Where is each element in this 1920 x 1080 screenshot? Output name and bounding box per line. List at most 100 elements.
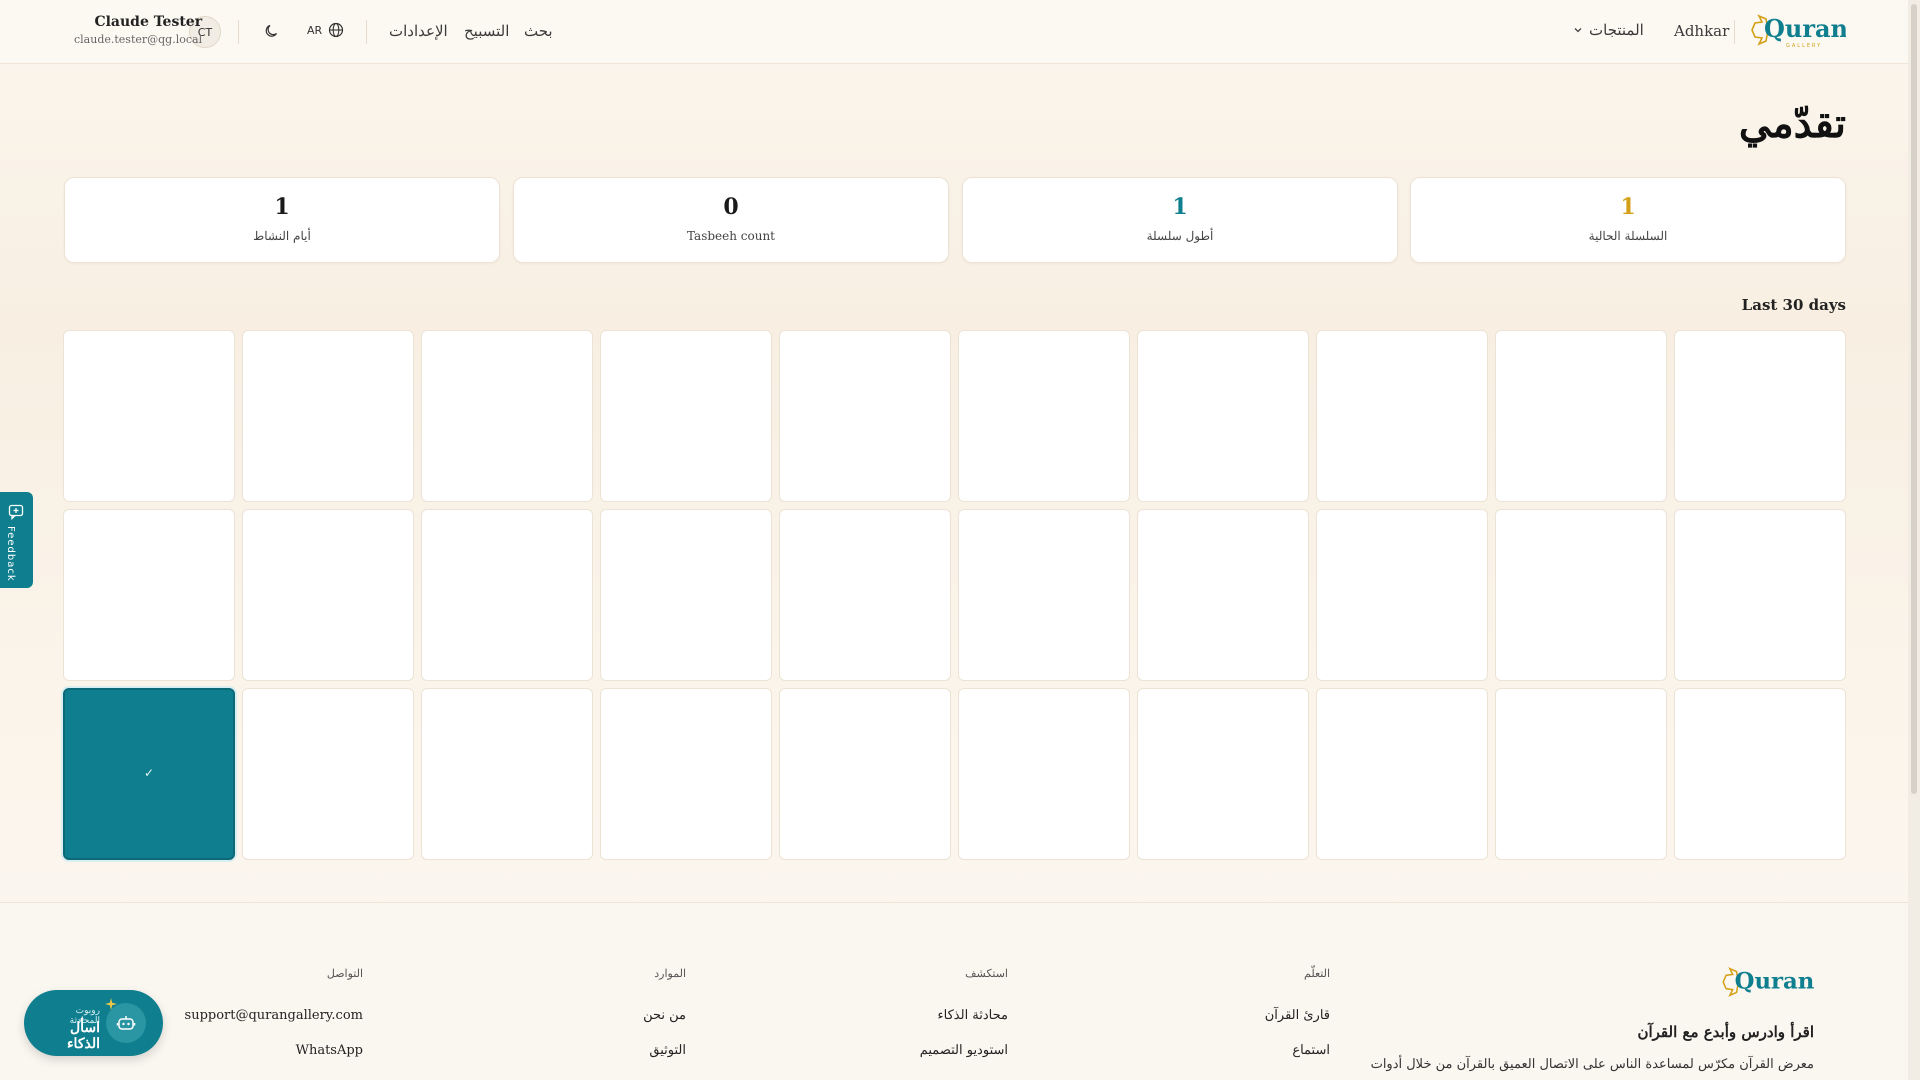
footer-link[interactable]: استماع xyxy=(1265,1043,1330,1058)
footer-link[interactable]: من نحن xyxy=(643,1008,686,1023)
nav-products[interactable]: المنتجات xyxy=(1573,21,1644,39)
footer-col-title: الموارد xyxy=(654,967,686,980)
day-cell xyxy=(958,688,1130,860)
day-cell xyxy=(1674,330,1846,502)
user-info: Claude Tester claude.tester@qg.local xyxy=(74,14,202,46)
day-cell xyxy=(1495,688,1667,860)
footer-link[interactable]: محادثة الذكاء xyxy=(920,1008,1008,1023)
day-cell xyxy=(779,509,951,681)
stat-longest-streak: 1 أطول سلسلة xyxy=(962,177,1398,263)
theme-toggle[interactable] xyxy=(264,23,280,39)
day-cell xyxy=(63,509,235,681)
user-name: Claude Tester xyxy=(94,14,203,30)
footer-link[interactable]: استوديو التصميم xyxy=(920,1043,1008,1058)
moon-icon xyxy=(264,23,280,39)
logo-text: Quran xyxy=(1764,14,1846,43)
stat-tasbeeh-count: 0 Tasbeeh count xyxy=(513,177,949,263)
logo-subtext: GALLERY xyxy=(1786,43,1822,49)
page: Quran GALLERY Adhkar المنتجات بحث التسبي… xyxy=(0,0,1908,1080)
day-cell xyxy=(242,330,414,502)
day-cell xyxy=(600,509,772,681)
day-cell xyxy=(63,330,235,502)
stat-label: Tasbeeh count xyxy=(686,229,776,243)
day-cell xyxy=(421,509,593,681)
footer-logo[interactable]: Quran xyxy=(1716,963,1815,1001)
footer: Quran اقرأ وادرس وأبدع مع القرآن معرض ال… xyxy=(0,902,1908,1080)
header-divider xyxy=(366,20,367,44)
stat-value: 1 xyxy=(1620,194,1636,220)
footer-col-learn: التعلّم قارئ القرآن استماع xyxy=(1265,967,1330,1058)
stat-label: أطول سلسلة xyxy=(1146,229,1214,243)
stat-active-days: 1 أيام النشاط xyxy=(64,177,500,263)
footer-col-title: استكشف xyxy=(965,967,1008,980)
quran-gallery-logo[interactable]: Quran GALLERY xyxy=(1746,10,1848,50)
footer-col-title: التواصل xyxy=(326,967,363,980)
footer-col-explore: استكشف محادثة الذكاء استوديو التصميم xyxy=(920,967,1008,1058)
scrollbar-thumb[interactable] xyxy=(1911,4,1917,794)
language-label: AR xyxy=(307,23,323,37)
day-cell xyxy=(1137,509,1309,681)
footer-link[interactable]: support@qurangallery.com xyxy=(185,1008,363,1023)
header-divider xyxy=(238,20,239,44)
user-email: claude.tester@qg.local xyxy=(74,33,203,46)
nav-adhkar[interactable]: Adhkar xyxy=(1674,22,1729,40)
day-cell xyxy=(958,330,1130,502)
day-cell xyxy=(1316,509,1488,681)
ask-ai-button[interactable]: روبوت المحادثة اسأل الذكاء xyxy=(24,990,163,1056)
footer-link[interactable]: WhatsApp xyxy=(185,1043,363,1058)
day-cell xyxy=(1137,330,1309,502)
day-cell xyxy=(1316,688,1488,860)
stats-row: 1 السلسلة الحالية 1 أطول سلسلة 0 Tasbeeh… xyxy=(64,177,1846,263)
day-cell xyxy=(1137,688,1309,860)
stat-current-streak: 1 السلسلة الحالية xyxy=(1410,177,1846,263)
language-switcher[interactable]: AR xyxy=(307,22,344,38)
stat-label: أيام النشاط xyxy=(253,229,311,243)
logo-graphic: Quran xyxy=(1722,967,1815,997)
check-icon: ✓ xyxy=(143,766,155,780)
sparkle-icon xyxy=(104,996,118,1015)
section-label-last-30-days: Last 30 days xyxy=(1741,296,1846,314)
footer-col-contact: التواصل support@qurangallery.com WhatsAp… xyxy=(185,967,363,1058)
day-cell xyxy=(421,688,593,860)
footer-col-resources: الموارد من نحن التوثيق xyxy=(643,967,686,1058)
day-cell xyxy=(1495,330,1667,502)
day-cell xyxy=(421,330,593,502)
activity-days-grid: ✓ xyxy=(63,330,1846,862)
day-cell xyxy=(600,688,772,860)
day-cell: ✓ xyxy=(63,688,235,860)
page-title: تقدّمي xyxy=(1738,100,1846,147)
footer-link[interactable]: التوثيق xyxy=(643,1043,686,1058)
ai-button-label: اسأل الذكاء xyxy=(66,1020,100,1052)
feedback-tab[interactable]: Feedback xyxy=(0,492,33,588)
feedback-label: Feedback xyxy=(5,526,16,582)
day-cell xyxy=(242,509,414,681)
stat-value: 1 xyxy=(1172,194,1188,220)
footer-about: معرض القرآن مكرّس لمساعدة الناس على الات… xyxy=(1370,1057,1814,1072)
page-scrollbar[interactable] xyxy=(1908,0,1920,1080)
day-cell xyxy=(1495,509,1667,681)
nav-search[interactable]: بحث xyxy=(524,22,553,40)
footer-link[interactable]: قارئ القرآن xyxy=(1265,1008,1330,1023)
footer-logo-text: Quran xyxy=(1735,969,1814,995)
logo-graphic: Quran GALLERY xyxy=(1751,14,1848,49)
nav-tasbeeh[interactable]: التسبيح xyxy=(464,22,509,40)
message-plus-icon xyxy=(8,504,24,524)
footer-tagline: اقرأ وادرس وأبدع مع القرآن xyxy=(1637,1023,1814,1041)
day-cell xyxy=(958,509,1130,681)
day-cell xyxy=(600,330,772,502)
day-cell xyxy=(1316,330,1488,502)
day-cell xyxy=(1674,509,1846,681)
stat-label: السلسلة الحالية xyxy=(1588,229,1668,243)
globe-icon xyxy=(328,22,344,38)
header-divider xyxy=(1734,20,1735,44)
nav-settings[interactable]: الإعدادات xyxy=(389,22,448,40)
day-cell xyxy=(242,688,414,860)
footer-col-title: التعلّم xyxy=(1304,967,1330,980)
stat-value: 1 xyxy=(274,194,290,220)
stat-value: 0 xyxy=(723,194,739,220)
chevron-down-icon xyxy=(1573,25,1583,35)
top-navbar: Quran GALLERY Adhkar المنتجات بحث التسبي… xyxy=(0,0,1908,64)
day-cell xyxy=(1674,688,1846,860)
day-cell xyxy=(779,330,951,502)
day-cell xyxy=(779,688,951,860)
